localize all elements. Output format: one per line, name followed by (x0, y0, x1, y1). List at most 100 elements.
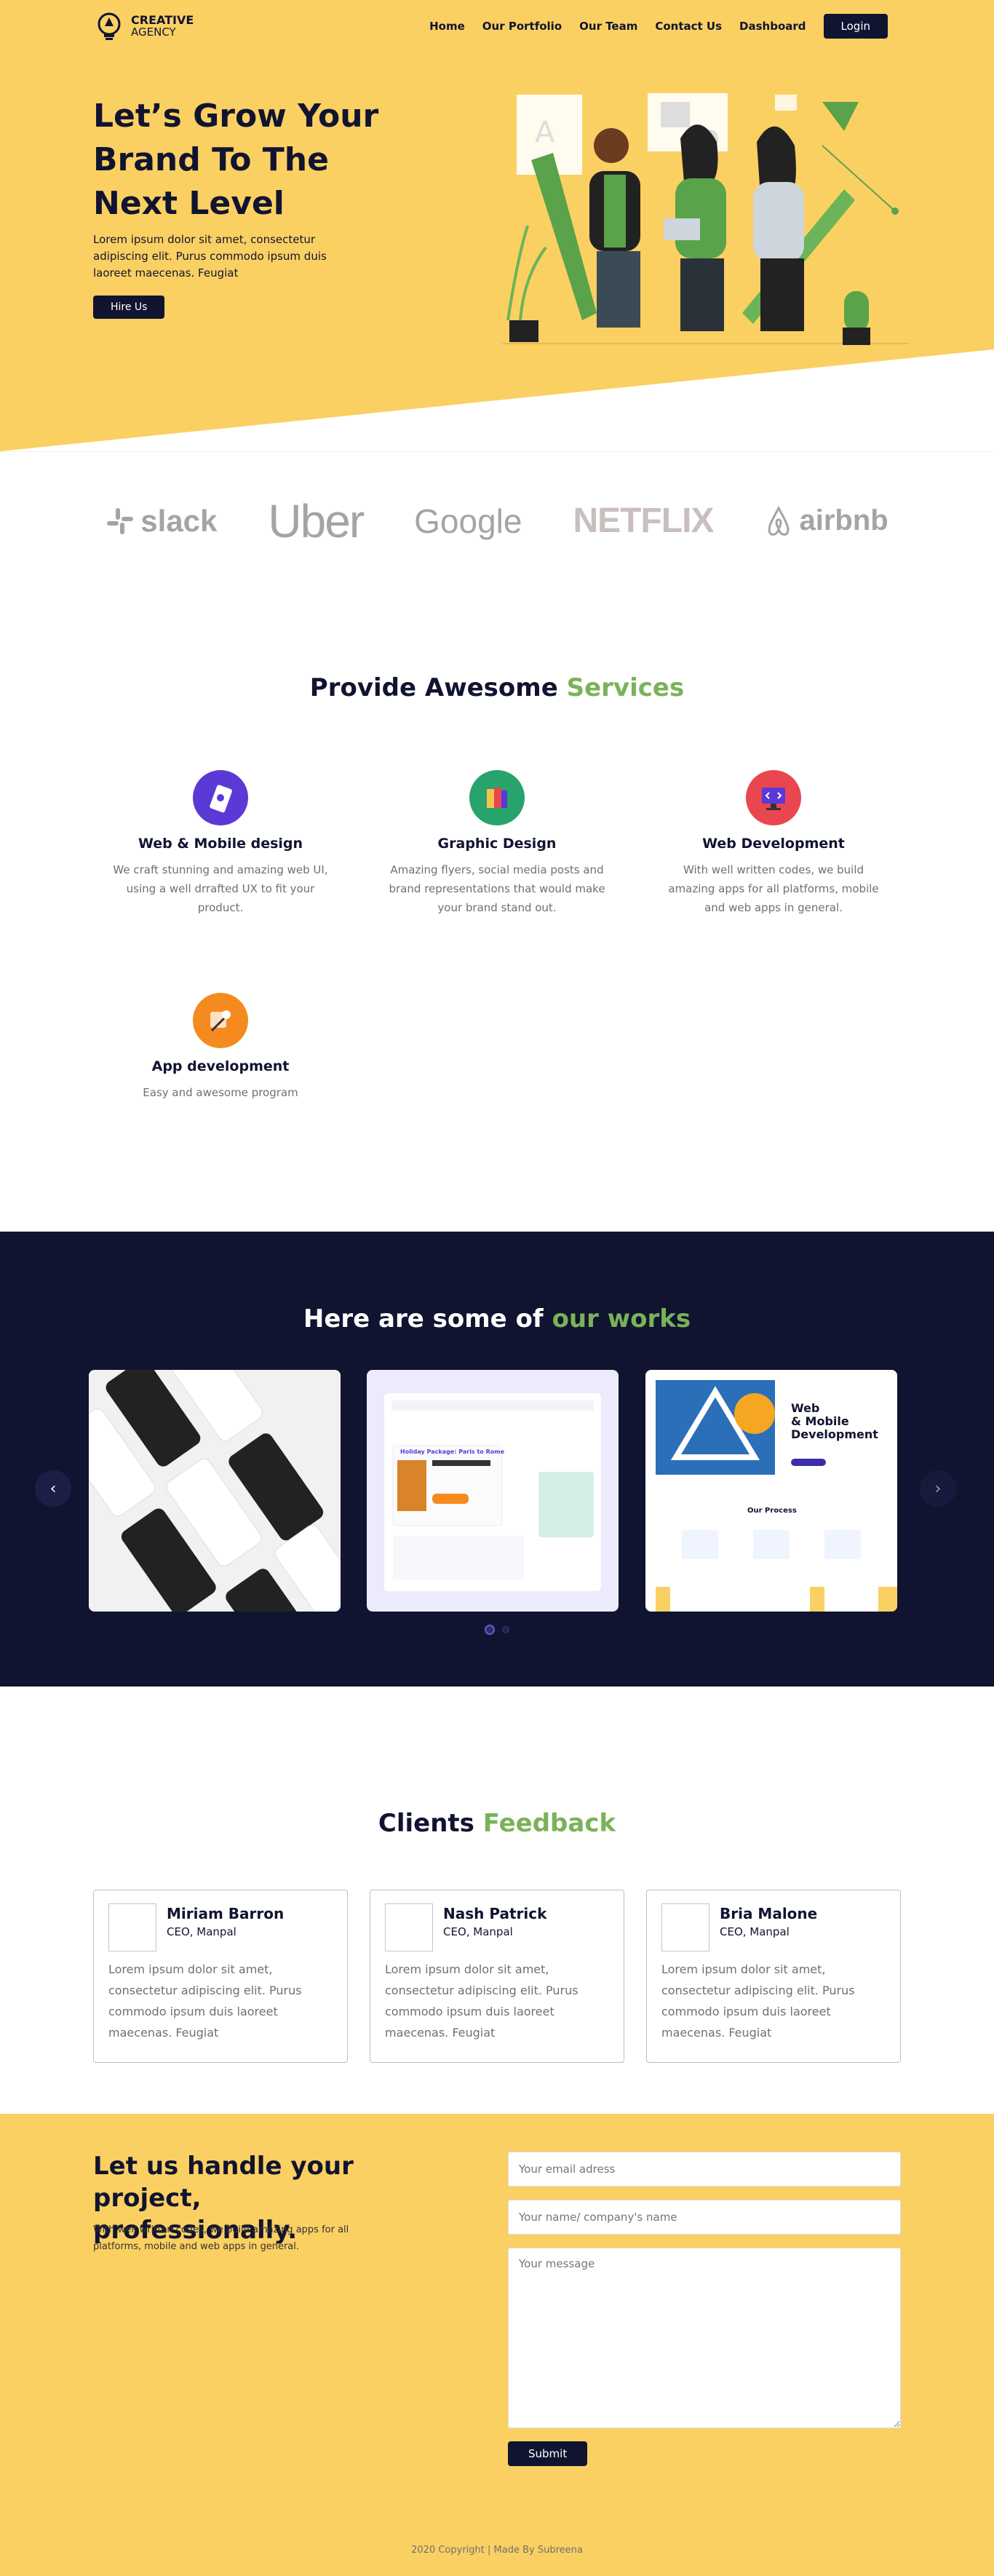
web-dev-heading-line-1: Web (791, 1401, 820, 1415)
brand-logo[interactable]: CREATIVE AGENCY (93, 10, 194, 42)
copyright-text: 2020 Copyright | Made By Subreena (411, 2545, 583, 2556)
service-name: App development (151, 1058, 290, 1074)
phone-design-icon (193, 770, 248, 825)
service-description: We craft stunning and amazing web UI, us… (113, 863, 328, 914)
airbnb-wordmark: airbnb (799, 504, 888, 536)
feedback-text: Lorem ipsum dolor sit amet, consectetur … (108, 1962, 302, 2040)
service-name: Web & Mobile design (138, 836, 303, 852)
email-field[interactable] (508, 2152, 901, 2187)
service-card-graphic-design[interactable]: Graphic Design Amazing flyers, social me… (388, 770, 606, 917)
feedback-text: Lorem ipsum dolor sit amet, consectetur … (661, 1962, 855, 2040)
service-description: Easy and awesome program (143, 1086, 298, 1099)
hero-title: Let’s Grow Your Brand To The Next Level (93, 98, 379, 222)
avatar (108, 1903, 156, 1951)
feedback-title-plain: Clients (378, 1809, 483, 1838)
hire-us-button[interactable]: Hire Us (93, 296, 165, 319)
slack-logo: slack (106, 504, 217, 539)
carousel-dots (0, 1625, 994, 1635)
service-name: Graphic Design (437, 836, 557, 852)
works-title-accent: our works (552, 1304, 691, 1333)
google-wordmark: Google (414, 502, 522, 540)
submit-button[interactable]: Submit (508, 2441, 588, 2466)
service-description: Amazing flyers, social media posts and b… (389, 863, 605, 914)
works-section: Here are some of our works ‹ › Holiday P… (0, 1232, 994, 1687)
services-title-plain: Provide Awesome (309, 673, 567, 702)
nav-link-portfolio[interactable]: Our Portfolio (482, 20, 562, 33)
color-palette-icon (469, 770, 525, 825)
work-card-web-development[interactable]: Web & Mobile Development Our Process (645, 1370, 897, 1612)
google-logo: Google (414, 502, 522, 541)
feedback-title: Clients Feedback (0, 1809, 994, 1838)
client-role: CEO, Manpal (167, 1925, 236, 1938)
name-company-field[interactable] (508, 2200, 901, 2235)
travel-card-heading: Holiday Package: Paris to Rome (400, 1448, 505, 1455)
services-title: Provide Awesome Services (0, 673, 994, 702)
top-navbar: CREATIVE AGENCY Home Our Portfolio Our T… (93, 9, 888, 44)
works-title: Here are some of our works (0, 1304, 994, 1333)
hero-illustration: A (502, 93, 910, 345)
brand-line-1: CREATIVE (131, 13, 194, 27)
service-card-web-development[interactable]: Web Development With well written codes,… (664, 770, 883, 917)
hero-subtitle: Lorem ipsum dolor sit amet, consectetur … (93, 233, 327, 280)
hero-section: CREATIVE AGENCY Home Our Portfolio Our T… (0, 0, 994, 451)
feedback-card: Miriam Barron CEO, Manpal Lorem ipsum do… (93, 1890, 348, 2063)
feedback-text: Lorem ipsum dolor sit amet, consectetur … (385, 1962, 578, 2040)
avatar (385, 1903, 433, 1951)
slack-hash-icon (107, 507, 134, 534)
service-description: With well written codes, we build amazin… (668, 863, 879, 914)
service-name: Web Development (702, 836, 845, 852)
service-card-app-development[interactable]: App development Easy and awesome program (111, 993, 330, 1102)
hero-diagonal-divider (0, 349, 994, 451)
work-card-travel-dashboard[interactable]: Holiday Package: Paris to Rome (367, 1370, 619, 1612)
web-dev-heading-line-3: Development (791, 1427, 878, 1441)
carousel-next-button[interactable]: › (920, 1470, 956, 1507)
work-card-mobile-ui[interactable] (89, 1370, 341, 1612)
nav-menu: Home Our Portfolio Our Team Contact Us D… (429, 14, 888, 39)
web-dev-heading-line-2: & Mobile (791, 1414, 849, 1428)
nav-link-team[interactable]: Our Team (579, 20, 637, 33)
lightbulb-logo-icon (98, 12, 121, 40)
web-dev-process-heading: Our Process (747, 1507, 797, 1515)
message-field[interactable] (508, 2248, 901, 2428)
client-role: CEO, Manpal (443, 1925, 513, 1938)
login-button[interactable]: Login (823, 14, 888, 39)
contact-subtitle: With well written codes, we build amazin… (93, 2224, 349, 2252)
slack-wordmark: slack (140, 503, 218, 538)
avatar (661, 1903, 709, 1951)
feedback-card: Nash Patrick CEO, Manpal Lorem ipsum dol… (370, 1890, 624, 2063)
airbnb-logo: airbnb (764, 504, 888, 537)
feedback-header: Nash Patrick CEO, Manpal (385, 1903, 609, 1951)
client-role: CEO, Manpal (720, 1925, 790, 1938)
services-title-accent: Services (566, 673, 685, 702)
brand-logos-strip: slack Uber Google NETFLIX airbnb (0, 451, 994, 590)
carousel-prev-button[interactable]: ‹ (35, 1470, 71, 1507)
app-idea-icon (193, 993, 248, 1048)
feedback-card: Bria Malone CEO, Manpal Lorem ipsum dolo… (646, 1890, 901, 2063)
web-dev-card-heading: Web & Mobile Development (791, 1402, 878, 1441)
nav-link-contact[interactable]: Contact Us (655, 20, 722, 33)
chevron-right-icon: › (934, 1479, 942, 1498)
carousel-dot[interactable] (502, 1626, 509, 1633)
travel-dashboard-mockup-image (384, 1393, 601, 1591)
client-name: Nash Patrick (443, 1905, 547, 1922)
nav-link-home[interactable]: Home (429, 20, 465, 33)
client-name: Miriam Barron (167, 1905, 285, 1922)
airbnb-belo-icon (768, 505, 790, 536)
feedback-title-accent: Feedback (482, 1809, 616, 1838)
contact-section: Let us handle your project, professional… (0, 2114, 994, 2576)
monitor-code-icon (746, 770, 801, 825)
uber-wordmark: Uber (268, 494, 365, 547)
brand-line-2: AGENCY (131, 25, 176, 39)
chevron-left-icon: ‹ (49, 1479, 57, 1498)
works-title-plain: Here are some of (303, 1304, 552, 1333)
brand-name: CREATIVE AGENCY (131, 13, 194, 39)
carousel-dot-active[interactable] (485, 1625, 495, 1635)
feedback-header: Bria Malone CEO, Manpal (661, 1903, 886, 1951)
nav-link-dashboard[interactable]: Dashboard (739, 20, 806, 33)
feedback-header: Miriam Barron CEO, Manpal (108, 1903, 333, 1951)
mobile-ui-mockup-image (89, 1370, 341, 1612)
client-name: Bria Malone (720, 1905, 818, 1922)
service-card-web-mobile-design[interactable]: Web & Mobile design We craft stunning an… (111, 770, 330, 917)
svg-text:A: A (535, 116, 555, 149)
netflix-wordmark: NETFLIX (573, 502, 714, 540)
